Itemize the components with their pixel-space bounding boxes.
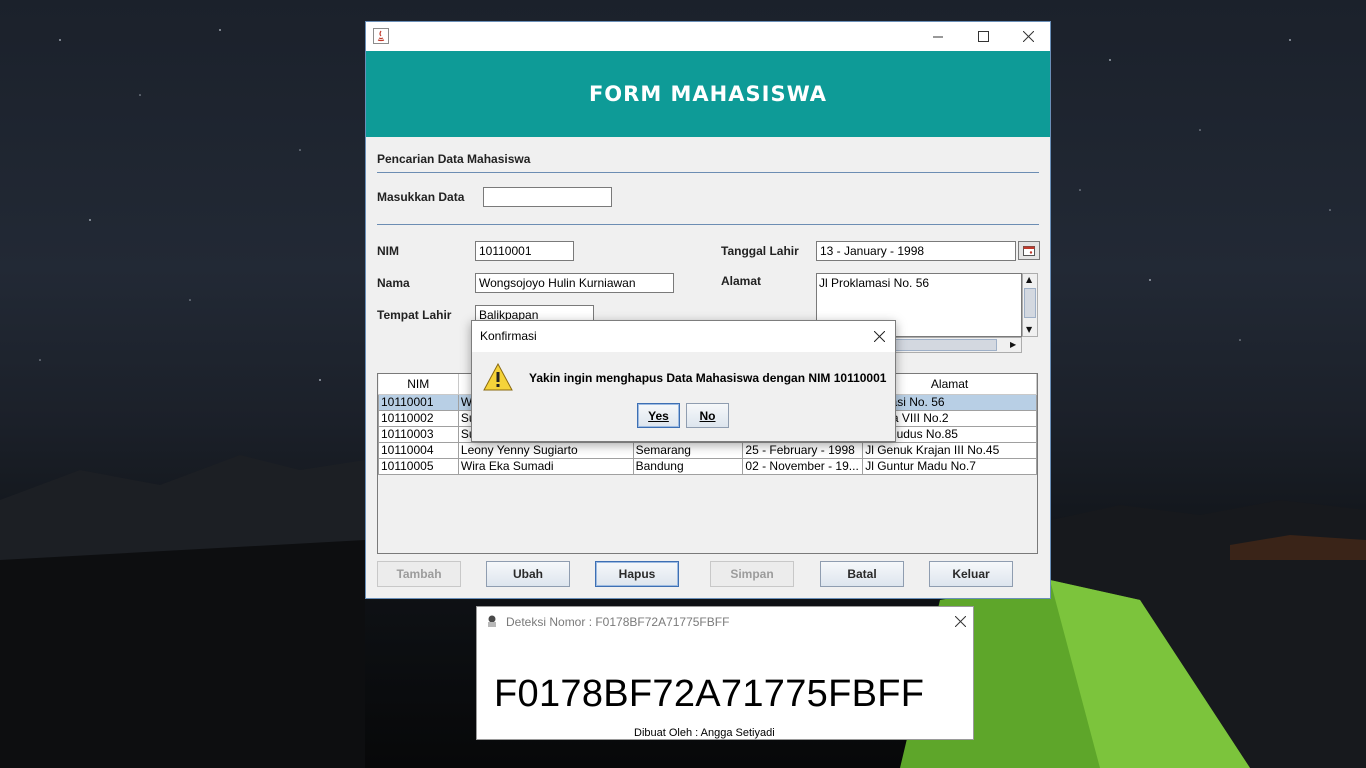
nama-field[interactable]: Wongsojoyo Hulin Kurniawan xyxy=(475,273,674,293)
dialog-title: Konfirmasi xyxy=(480,329,537,343)
app-icon xyxy=(488,615,496,627)
alamat-label: Alamat xyxy=(721,274,762,288)
search-section-title: Pencarian Data Mahasiswa xyxy=(377,152,531,166)
detection-window: Deteksi Nomor : F0178BF72A71775FBFF F017… xyxy=(476,606,974,740)
scroll-up-icon[interactable]: ▲ xyxy=(1026,275,1032,284)
table-cell: Wira Eka Sumadi xyxy=(457,457,634,475)
dialog-message: Yakin ingin menghapus Data Mahasiswa den… xyxy=(529,371,887,385)
table-cell: Semarang xyxy=(632,441,744,459)
table-cell: 10110004 xyxy=(378,441,459,459)
table-cell: Bandung xyxy=(632,457,744,475)
confirm-dialog: Konfirmasi Yakin ingin menghapus Data Ma… xyxy=(471,320,896,442)
warning-icon xyxy=(483,363,513,391)
tempat-lahir-label: Tempat Lahir xyxy=(377,308,452,322)
batal-button[interactable]: Batal xyxy=(820,561,904,587)
detection-title: Deteksi Nomor : F0178BF72A71775FBFF xyxy=(506,615,730,629)
credit-text: Dibuat Oleh : Angga Setiyadi xyxy=(634,727,775,739)
nama-label: Nama xyxy=(377,276,410,290)
tambah-button[interactable]: Tambah xyxy=(377,561,461,587)
table-cell: 10110005 xyxy=(378,457,459,475)
ubah-button[interactable]: Ubah xyxy=(486,561,570,587)
scroll-thumb[interactable] xyxy=(1024,288,1036,318)
column-header-nim[interactable]: NIM xyxy=(378,374,459,395)
tanggal-lahir-field[interactable]: 13 - January - 1998 xyxy=(816,241,1016,261)
alamat-vertical-scrollbar[interactable]: ▲ ▼ xyxy=(1022,273,1038,337)
dialog-titlebar[interactable]: Konfirmasi xyxy=(472,321,895,352)
nim-label: NIM xyxy=(377,244,399,258)
hapus-button[interactable]: Hapus xyxy=(595,561,679,587)
table-cell: Jl Genuk Krajan III No.45 xyxy=(862,441,1037,459)
table-cell: 10110002 xyxy=(378,409,459,427)
close-icon[interactable] xyxy=(1005,22,1051,51)
search-input[interactable] xyxy=(483,187,612,207)
window-titlebar[interactable] xyxy=(366,22,1050,51)
table-cell: 02 - November - 19... xyxy=(742,457,864,475)
separator xyxy=(377,224,1039,225)
nim-field[interactable]: 10110001 xyxy=(475,241,574,261)
calendar-icon[interactable] xyxy=(1018,241,1040,260)
close-icon[interactable] xyxy=(867,325,891,347)
tanggal-lahir-label: Tanggal Lahir xyxy=(721,244,799,258)
keluar-button[interactable]: Keluar xyxy=(929,561,1013,587)
yes-button[interactable]: Yes xyxy=(637,403,680,428)
table-row[interactable]: 10110004 Leony Yenny Sugiarto Semarang 2… xyxy=(378,441,1037,459)
scroll-right-icon[interactable]: ▶ xyxy=(1010,340,1016,349)
separator xyxy=(377,172,1039,173)
minimize-icon[interactable] xyxy=(915,22,961,51)
simpan-button[interactable]: Simpan xyxy=(710,561,794,587)
header-banner: FORM MAHASISWA xyxy=(366,51,1050,137)
close-icon[interactable] xyxy=(949,611,971,631)
table-cell: 25 - February - 1998 xyxy=(742,441,864,459)
main-window: FORM MAHASISWA Pencarian Data Mahasiswa … xyxy=(365,21,1051,599)
table-cell: Leony Yenny Sugiarto xyxy=(457,441,634,459)
table-cell: 10110003 xyxy=(378,425,459,443)
page-title: FORM MAHASISWA xyxy=(588,82,828,106)
table-cell: 10110001 xyxy=(378,393,459,411)
table-row[interactable]: 10110005 Wira Eka Sumadi Bandung 02 - No… xyxy=(378,457,1037,475)
maximize-icon[interactable] xyxy=(960,22,1006,51)
search-label: Masukkan Data xyxy=(377,190,465,204)
java-app-icon xyxy=(373,28,389,44)
table-cell: Jl Guntur Madu No.7 xyxy=(862,457,1037,475)
scroll-down-icon[interactable]: ▼ xyxy=(1026,325,1032,334)
no-button[interactable]: No xyxy=(686,403,729,428)
detected-number: F0178BF72A71775FBFF xyxy=(494,673,925,715)
